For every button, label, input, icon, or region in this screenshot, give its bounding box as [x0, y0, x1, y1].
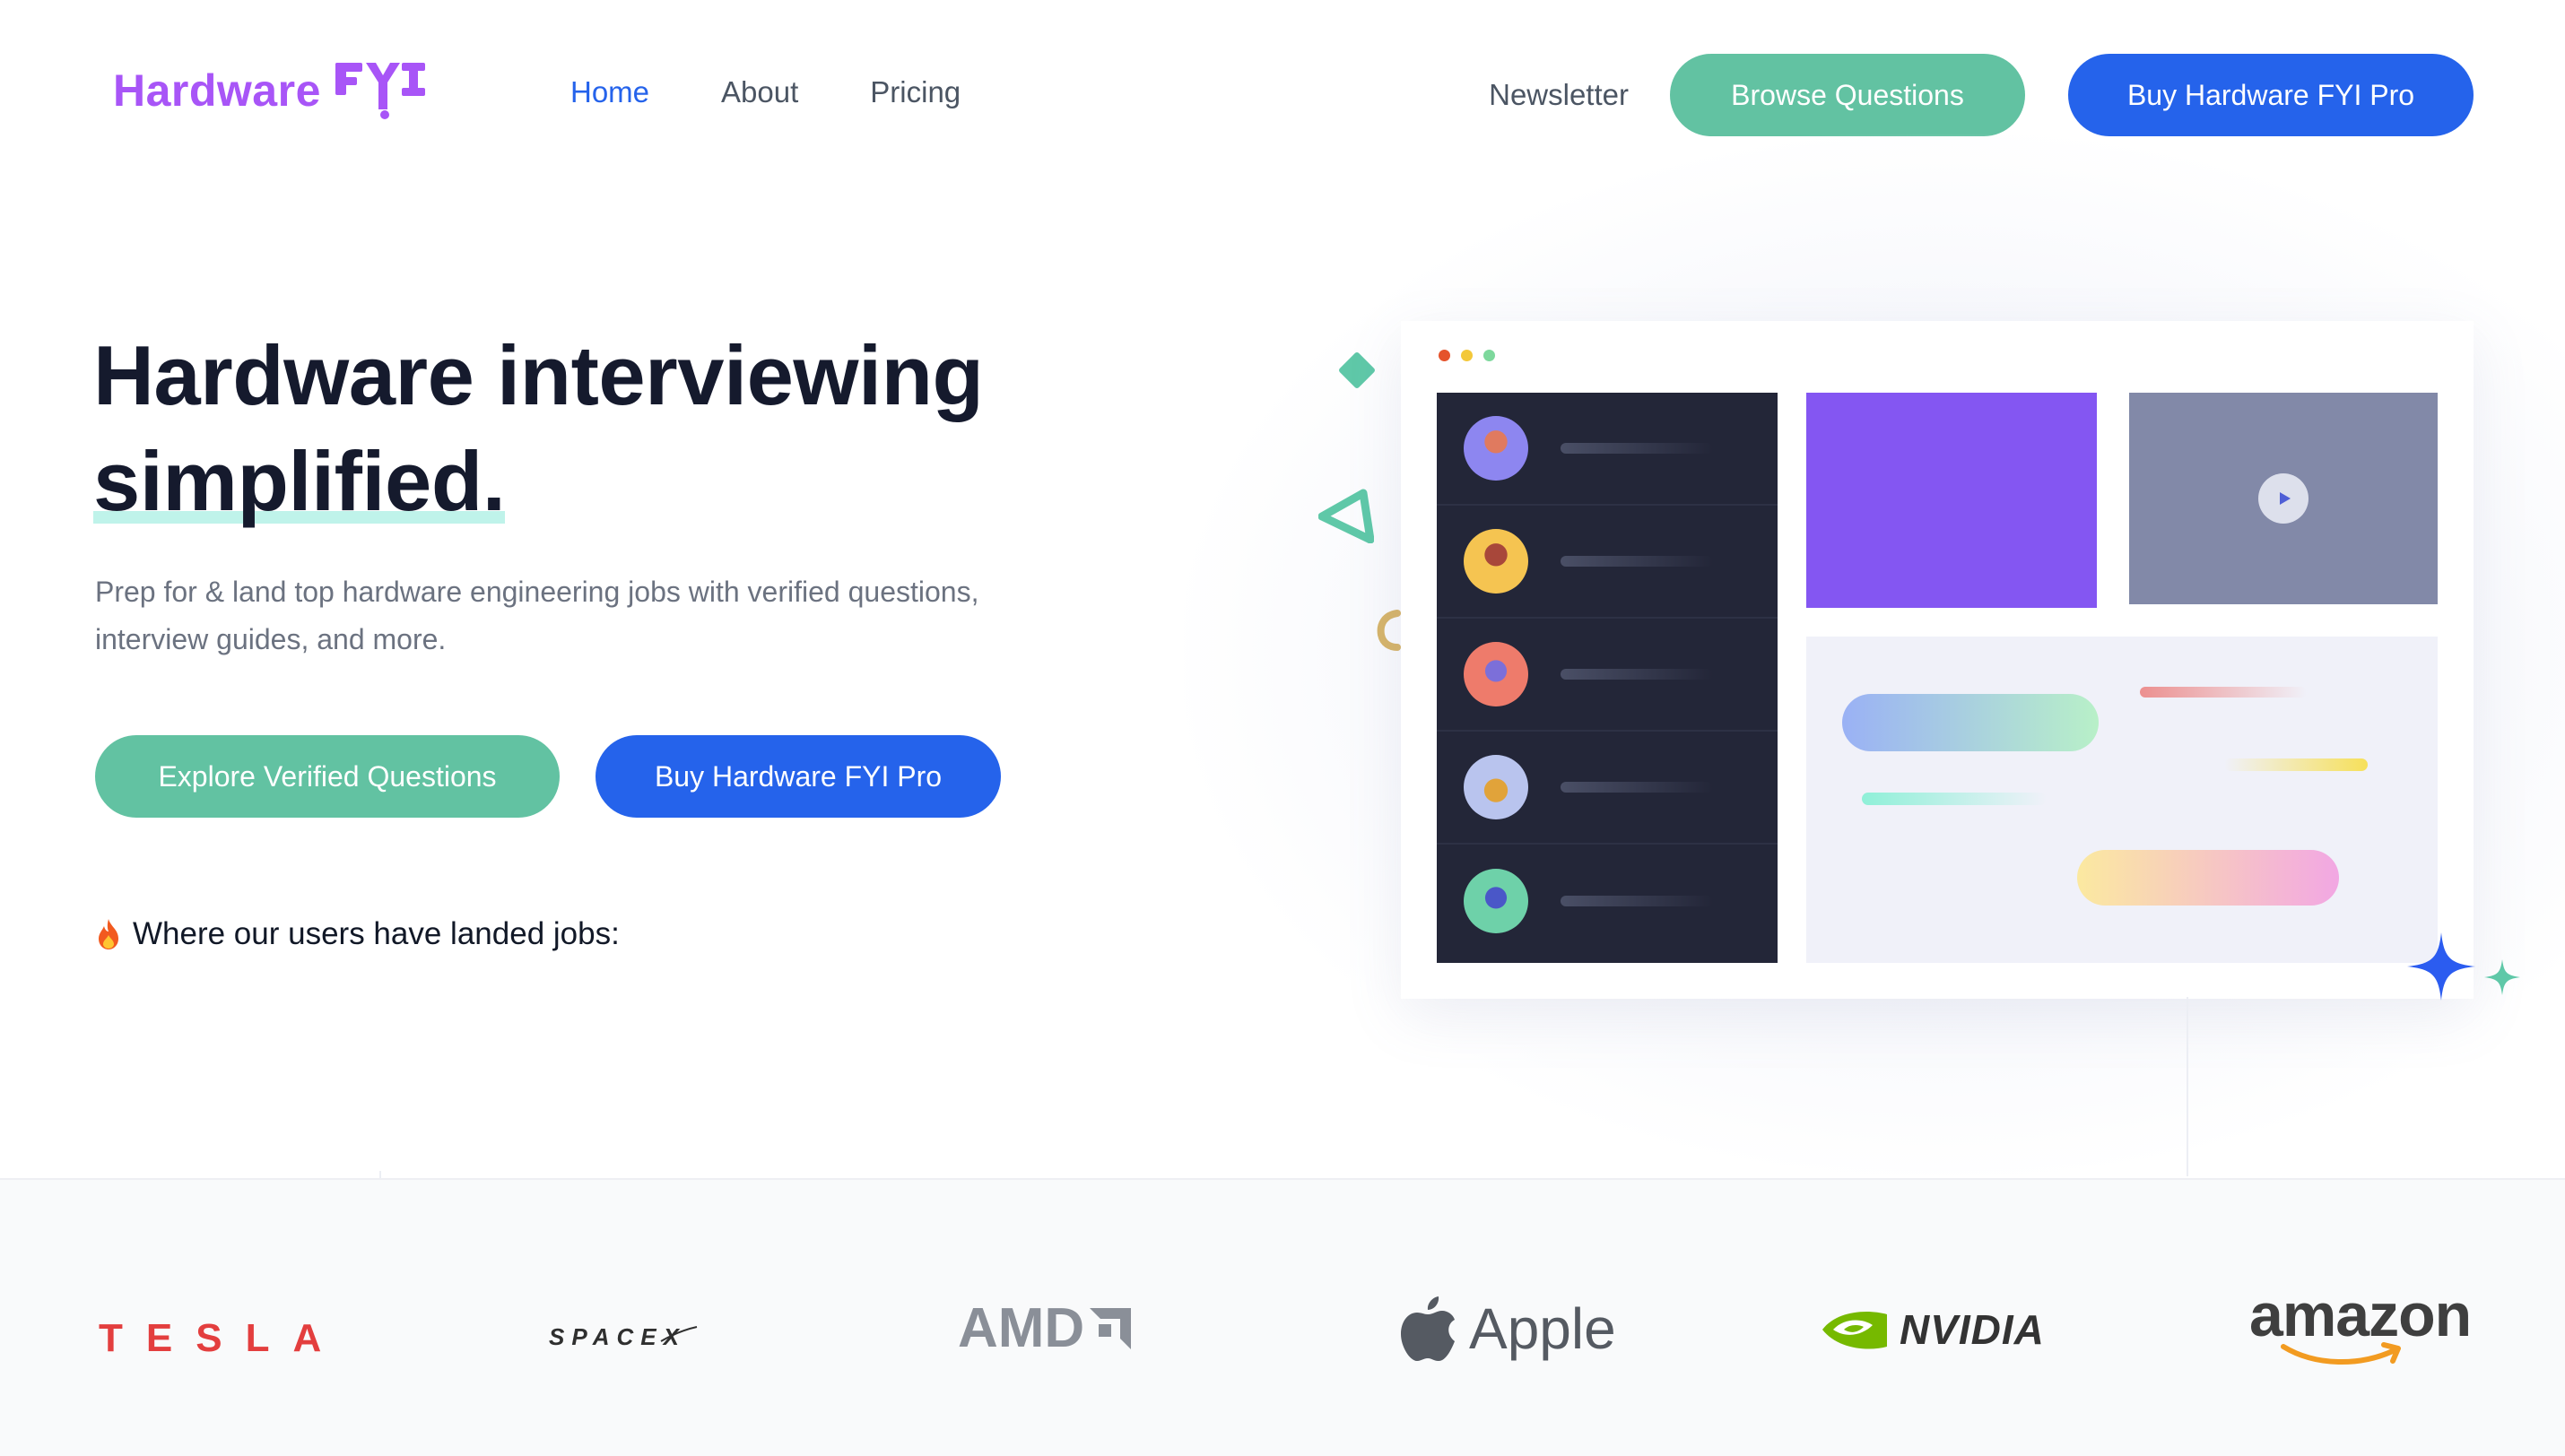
placeholder-pill [2140, 687, 2307, 698]
fyi-logo-mark-icon [335, 63, 425, 119]
buy-pro-hero-button[interactable]: Buy Hardware FYI Pro [596, 735, 1001, 818]
nav-home-link[interactable]: Home [570, 75, 649, 109]
hero-title: Hardware interviewing simplified. [93, 323, 1169, 534]
decorative-divider [379, 1171, 381, 1178]
nav-pricing-link[interactable]: Pricing [870, 75, 961, 109]
spacex-logo: SPACEX [549, 1323, 699, 1351]
placeholder-line [1561, 782, 1713, 793]
site-logo[interactable]: Hardware [113, 57, 427, 124]
logo-text: Hardware [113, 65, 321, 116]
placeholder-line [1561, 896, 1713, 906]
amd-wordmark: AMD [958, 1297, 1085, 1359]
placeholder-line [1561, 443, 1713, 454]
preview-list-item [1437, 845, 1778, 958]
placeholder-pill [2224, 758, 2368, 771]
nvidia-eye-icon [1822, 1312, 1887, 1349]
amazon-smile-icon [2281, 1342, 2401, 1365]
placeholder-line [1561, 669, 1713, 680]
play-icon [2258, 473, 2308, 524]
window-dot-red [1439, 350, 1450, 361]
avatar [1464, 642, 1528, 706]
preview-list-item [1437, 732, 1778, 845]
window-dot-green [1483, 350, 1495, 361]
apple-wordmark: Apple [1469, 1296, 1616, 1361]
apple-logo: Apple [1399, 1295, 1616, 1363]
sparkle-icon [2407, 932, 2475, 1001]
decorative-divider [2187, 997, 2188, 1176]
company-logos-strip: TESLA SPACEX AMD Apple NVIDIA amazon [0, 1178, 2565, 1456]
landed-jobs-heading: Where our users have landed jobs: [95, 916, 620, 952]
apple-logo-icon [1401, 1296, 1455, 1361]
preview-list-item [1437, 393, 1778, 506]
main-nav: Home About Pricing [570, 75, 961, 109]
preview-list-item [1437, 506, 1778, 619]
nav-about-link[interactable]: About [721, 75, 798, 109]
spacex-swoosh-icon [660, 1325, 698, 1342]
avatar [1464, 755, 1528, 819]
sparkle-icon [2484, 959, 2520, 995]
tesla-logo: TESLA [99, 1316, 345, 1360]
fire-icon [99, 919, 118, 949]
explore-questions-button[interactable]: Explore Verified Questions [95, 735, 560, 818]
nvidia-logo: NVIDIA [1822, 1305, 2045, 1354]
hero-cta-group: Explore Verified Questions Buy Hardware … [95, 735, 1001, 818]
hero-title-line1: Hardware interviewing [93, 328, 984, 422]
browse-questions-button[interactable]: Browse Questions [1670, 54, 2025, 136]
placeholder-line [1561, 556, 1713, 567]
avatar [1464, 869, 1528, 933]
newsletter-link[interactable]: Newsletter [1489, 78, 1629, 112]
avatar [1464, 416, 1528, 481]
avatar [1464, 529, 1528, 594]
decorative-triangle-shape [1318, 489, 1374, 543]
placeholder-pill [2077, 850, 2339, 906]
placeholder-pill [1842, 694, 2099, 751]
buy-pro-header-button[interactable]: Buy Hardware FYI Pro [2068, 54, 2474, 136]
nvidia-wordmark: NVIDIA [1900, 1306, 2045, 1353]
preview-content-panel [1806, 637, 2438, 963]
app-preview-illustration [1401, 321, 2520, 1001]
preview-list-item [1437, 619, 1778, 732]
preview-video-card [2129, 393, 2438, 604]
placeholder-pill [1862, 793, 2047, 805]
preview-purple-card [1806, 393, 2097, 608]
hero-subtitle: Prep for & land top hardware engineering… [95, 576, 979, 655]
header-actions: Newsletter Browse Questions Buy Hardware… [1489, 54, 2474, 136]
decorative-ring-shape [1377, 610, 1401, 651]
hero-title-highlight: simplified. [93, 429, 506, 534]
amd-arrow-icon [1090, 1307, 1132, 1349]
amd-logo: AMD [958, 1296, 1132, 1360]
preview-sidebar [1437, 393, 1778, 963]
window-dots [1439, 350, 1495, 361]
window-dot-yellow [1461, 350, 1473, 361]
amazon-logo: amazon [2249, 1280, 2472, 1370]
landed-jobs-text: Where our users have landed jobs: [133, 916, 620, 951]
